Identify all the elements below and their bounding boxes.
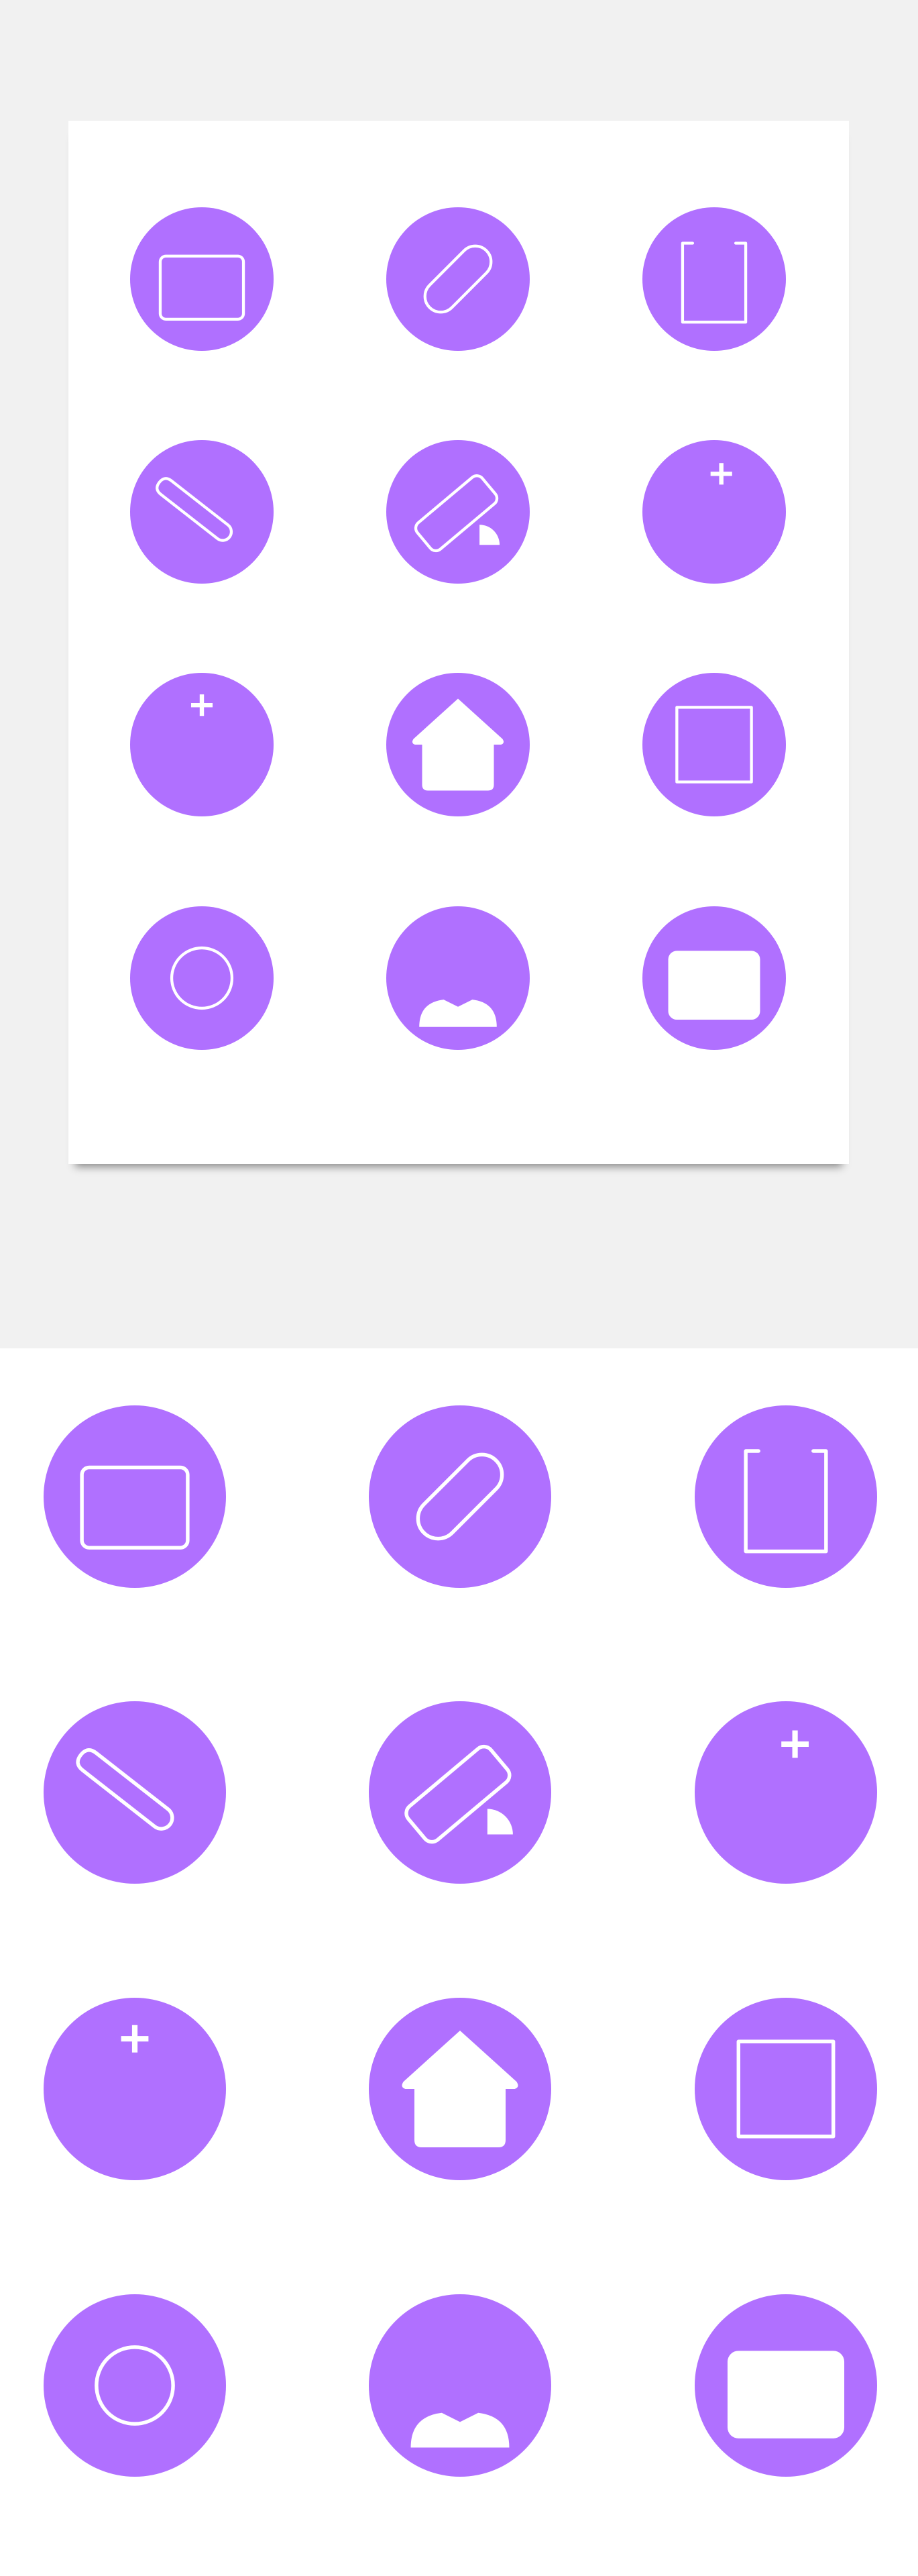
virus-icon xyxy=(130,906,274,1050)
bandage-pill-icon xyxy=(386,440,530,584)
thermometer-icon xyxy=(44,1701,226,1884)
medical-clipboard-icon xyxy=(695,1405,877,1588)
thermometer-icon xyxy=(130,440,274,584)
first-aid-kit-outline-icon xyxy=(44,1405,226,1588)
doctor-stethoscope-icon xyxy=(369,2294,551,2477)
medical-calendar-icon xyxy=(695,1998,877,2180)
home-health-icon xyxy=(369,1998,551,2180)
first-aid-kit-solid-icon xyxy=(642,906,786,1050)
hospital-documents-icon xyxy=(695,1701,877,1884)
hospital-documents-icon xyxy=(642,440,786,584)
icon-set-card xyxy=(68,121,849,1164)
first-aid-kit-solid-icon xyxy=(695,2294,877,2477)
top-preview-section xyxy=(0,0,918,1348)
pill-capsule-icon xyxy=(386,207,530,351)
pill-capsule-icon xyxy=(369,1405,551,1588)
hospital-building-icon xyxy=(130,673,274,816)
bottom-icon-grid-section xyxy=(0,1348,918,2576)
bandage-pill-icon xyxy=(369,1701,551,1884)
virus-icon xyxy=(44,2294,226,2477)
home-health-icon xyxy=(386,673,530,816)
first-aid-kit-outline-icon xyxy=(130,207,274,351)
medical-clipboard-icon xyxy=(642,207,786,351)
medical-calendar-icon xyxy=(642,673,786,816)
hospital-building-icon xyxy=(44,1998,226,2180)
doctor-stethoscope-icon xyxy=(386,906,530,1050)
